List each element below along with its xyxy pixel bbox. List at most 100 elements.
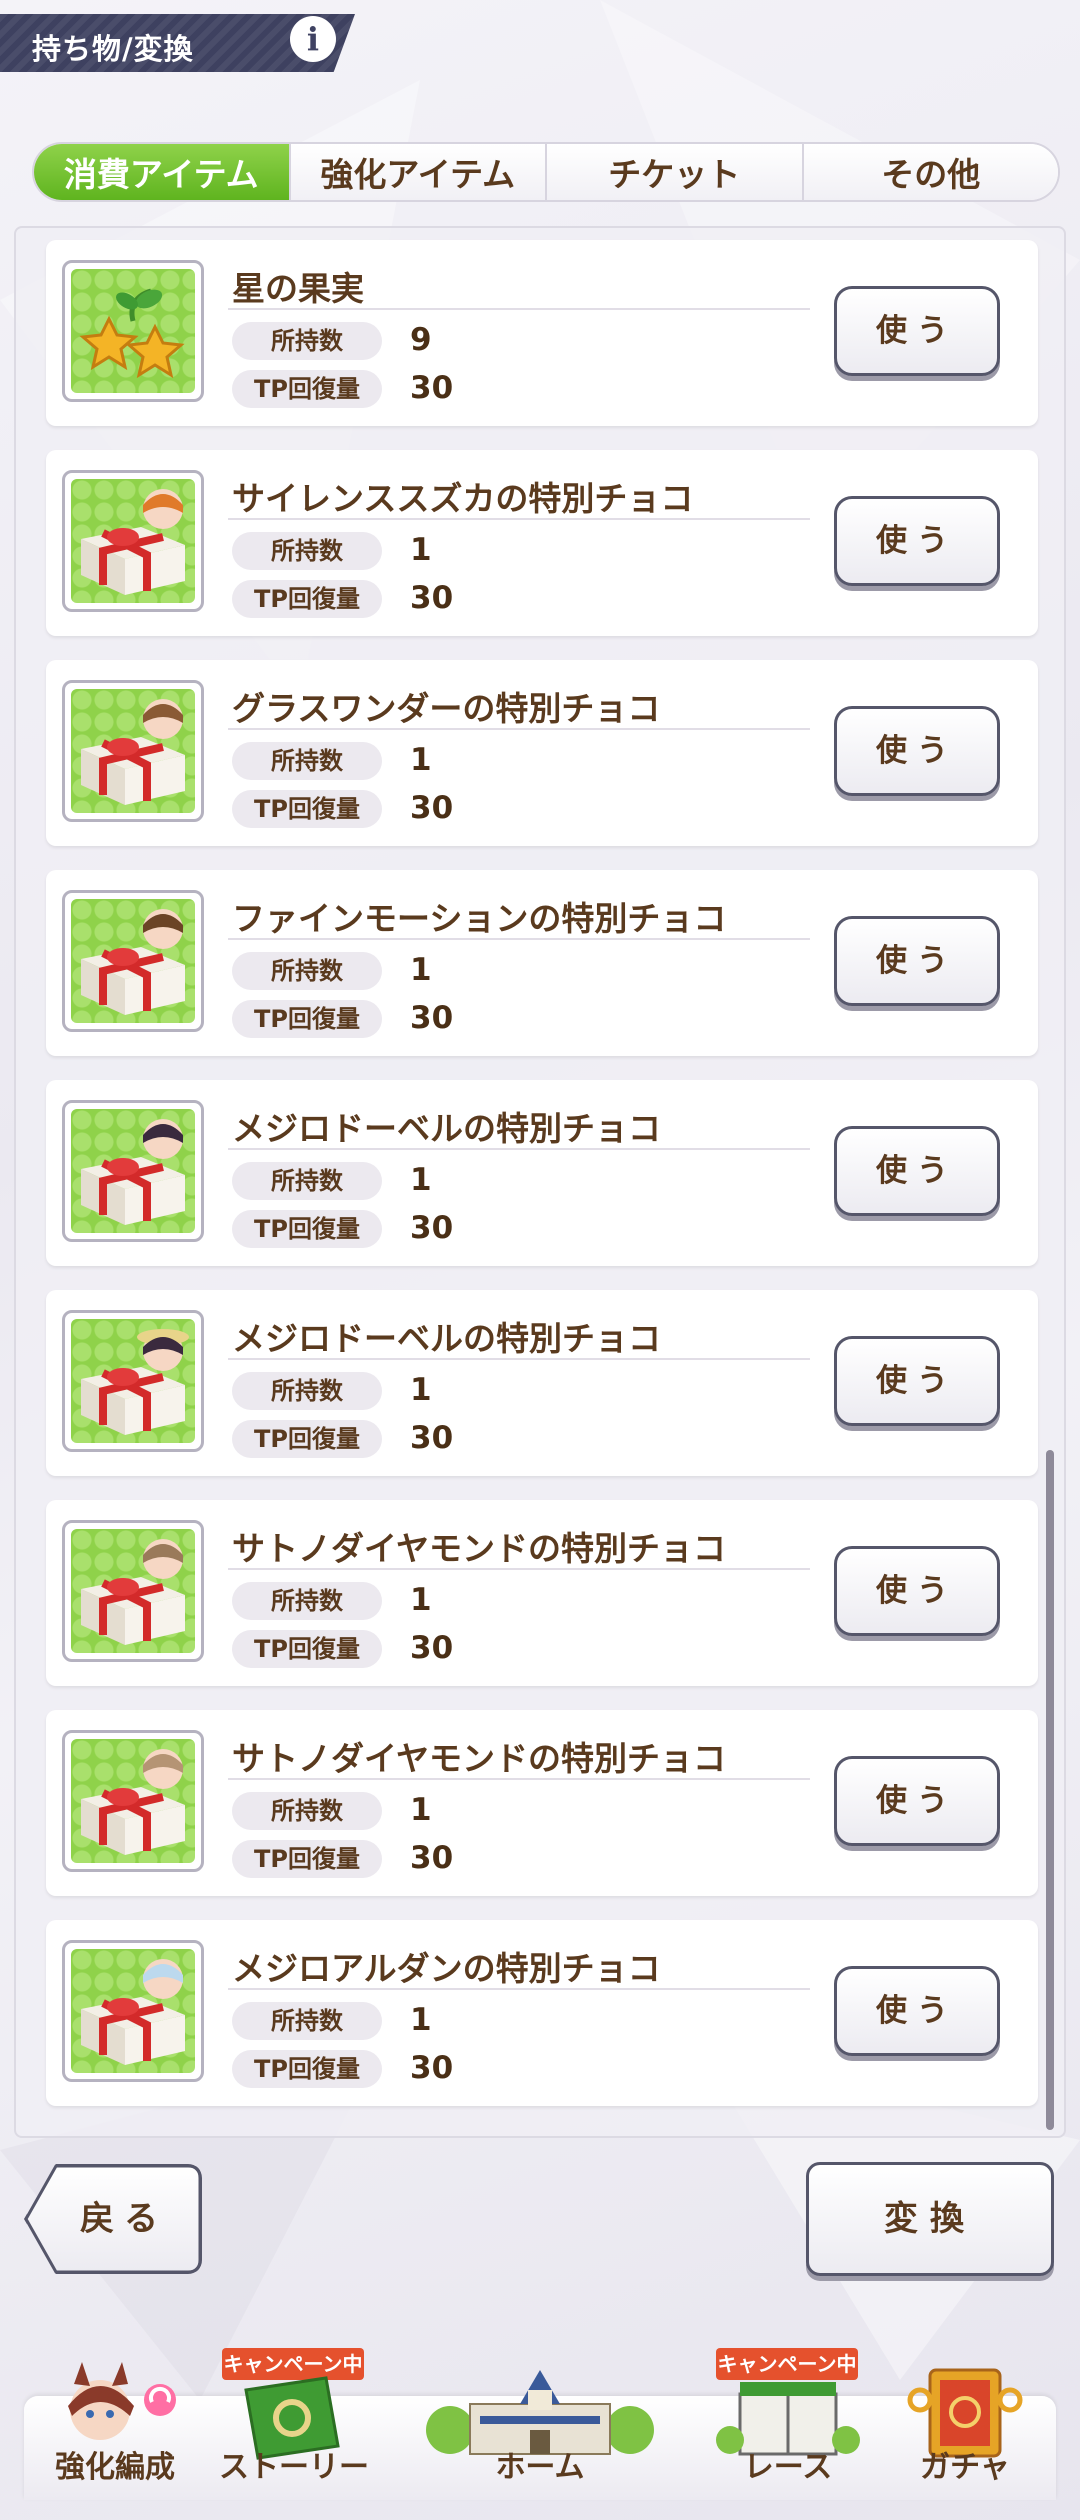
use-button[interactable]: 使う (834, 496, 1000, 586)
divider (228, 1148, 810, 1150)
item-icon-frame (62, 890, 204, 1032)
item-row: ファインモーションの特別チョコ 所持数 1 TP回復量 30 使う (46, 870, 1038, 1056)
item-icon-frame (62, 680, 204, 822)
use-button[interactable]: 使う (834, 706, 1000, 796)
use-button[interactable]: 使う (834, 916, 1000, 1006)
tab-other[interactable]: その他 (801, 144, 1058, 200)
tp-recovery-value: 30 (410, 1210, 454, 1246)
count-label: 所持数 (232, 322, 382, 360)
use-button[interactable]: 使う (834, 286, 1000, 376)
tp-recovery-label: TP回復量 (232, 1630, 382, 1668)
item-name: メジロドーベルの特別チョコ (232, 1109, 661, 1148)
gift-box-icon (71, 479, 195, 603)
tp-recovery-label: TP回復量 (232, 790, 382, 828)
tp-recovery-label: TP回復量 (232, 1420, 382, 1458)
item-row: サトノダイヤモンドの特別チョコ 所持数 1 TP回復量 30 使う (46, 1710, 1038, 1896)
use-button[interactable]: 使う (834, 1126, 1000, 1216)
count-label: 所持数 (232, 2002, 382, 2040)
divider (228, 518, 810, 520)
item-name: サイレンススズカの特別チョコ (232, 479, 694, 518)
item-row: 星の果実 所持数 9 TP回復量 30 使う (46, 240, 1038, 426)
count-value: 9 (410, 322, 432, 358)
gift-box-icon (71, 1319, 195, 1443)
tp-recovery-value: 30 (410, 1630, 454, 1666)
divider (228, 1988, 810, 1990)
tp-recovery-value: 30 (410, 790, 454, 826)
count-label: 所持数 (232, 1162, 382, 1200)
count-label: 所持数 (232, 1792, 382, 1830)
use-button[interactable]: 使う (834, 1756, 1000, 1846)
gift-box-icon (71, 899, 195, 1023)
item-row: グラスワンダーの特別チョコ 所持数 1 TP回復量 30 使う (46, 660, 1038, 846)
category-tabs: 消費アイテム 強化アイテム チケット その他 (32, 142, 1060, 202)
item-name: グラスワンダーの特別チョコ (232, 689, 661, 728)
tp-recovery-label: TP回復量 (232, 1840, 382, 1878)
tab-enhancement-items[interactable]: 強化アイテム (288, 144, 545, 200)
item-row: メジロアルダンの特別チョコ 所持数 1 TP回復量 30 使う (46, 1920, 1038, 2106)
nav-label: ストーリー (219, 2450, 369, 2485)
star-fruit-icon (71, 269, 195, 393)
item-name: サトノダイヤモンドの特別チョコ (232, 1739, 727, 1778)
item-name: 星の果実 (232, 269, 364, 308)
gift-box-icon (71, 1949, 195, 2073)
count-label: 所持数 (232, 1582, 382, 1620)
tab-tickets[interactable]: チケット (545, 144, 802, 200)
item-row: サイレンススズカの特別チョコ 所持数 1 TP回復量 30 使う (46, 450, 1038, 636)
item-icon-frame (62, 470, 204, 612)
tp-recovery-label: TP回復量 (232, 1000, 382, 1038)
tp-recovery-label: TP回復量 (232, 370, 382, 408)
count-value: 1 (410, 952, 432, 988)
info-icon[interactable]: i (290, 16, 336, 62)
nav-item-gacha[interactable]: ガチャ (880, 2360, 1050, 2500)
divider (228, 938, 810, 940)
count-label: 所持数 (232, 1372, 382, 1410)
page-title: 持ち物/変換 (32, 32, 194, 66)
gift-box-icon (71, 1529, 195, 1653)
convert-button[interactable]: 変換 (806, 2162, 1054, 2276)
nav-item-story[interactable]: ストーリー (206, 2360, 382, 2500)
gift-box-icon (71, 689, 195, 813)
item-name: メジロドーベルの特別チョコ (232, 1319, 661, 1358)
count-value: 1 (410, 532, 432, 568)
count-label: 所持数 (232, 742, 382, 780)
gift-box-icon (71, 1109, 195, 1233)
tp-recovery-value: 30 (410, 580, 454, 616)
count-value: 1 (410, 2002, 432, 2038)
count-value: 1 (410, 1582, 432, 1618)
nav-label: 強化編成 (55, 2450, 175, 2485)
item-icon-frame (62, 1730, 204, 1872)
nav-item-enhance-formation[interactable]: 強化編成 (30, 2360, 200, 2500)
divider (228, 728, 810, 730)
item-icon-frame (62, 1520, 204, 1662)
use-button[interactable]: 使う (834, 1546, 1000, 1636)
divider (228, 1358, 810, 1360)
use-button[interactable]: 使う (834, 1966, 1000, 2056)
tp-recovery-value: 30 (410, 370, 454, 406)
divider (228, 1778, 810, 1780)
nav-label: レース (743, 2450, 833, 2485)
tab-consumable-items[interactable]: 消費アイテム (34, 144, 289, 200)
tp-recovery-value: 30 (410, 1000, 454, 1036)
tp-recovery-value: 30 (410, 1840, 454, 1876)
tp-recovery-value: 30 (410, 1420, 454, 1456)
count-value: 1 (410, 1162, 432, 1198)
use-button[interactable]: 使う (834, 1336, 1000, 1426)
tp-recovery-value: 30 (410, 2050, 454, 2086)
item-row: サトノダイヤモンドの特別チョコ 所持数 1 TP回復量 30 使う (46, 1500, 1038, 1686)
nav-item-race[interactable]: レース (700, 2360, 876, 2500)
item-row: メジロドーベルの特別チョコ 所持数 1 TP回復量 30 使う (46, 1290, 1038, 1476)
item-icon-frame (62, 260, 204, 402)
nav-label: ガチャ (920, 2450, 1010, 2485)
count-label: 所持数 (232, 952, 382, 990)
item-row: メジロドーベルの特別チョコ 所持数 1 TP回復量 30 使う (46, 1080, 1038, 1266)
scrollbar[interactable] (1046, 1450, 1054, 2130)
nav-item-home[interactable]: ホーム (410, 2360, 670, 2500)
item-icon-frame (62, 1940, 204, 2082)
gift-box-icon (71, 1739, 195, 1863)
tp-recovery-label: TP回復量 (232, 1210, 382, 1248)
count-label: 所持数 (232, 532, 382, 570)
back-button[interactable]: 戻る (24, 2164, 202, 2274)
count-value: 1 (410, 1792, 432, 1828)
item-icon-frame (62, 1100, 204, 1242)
count-value: 1 (410, 742, 432, 778)
